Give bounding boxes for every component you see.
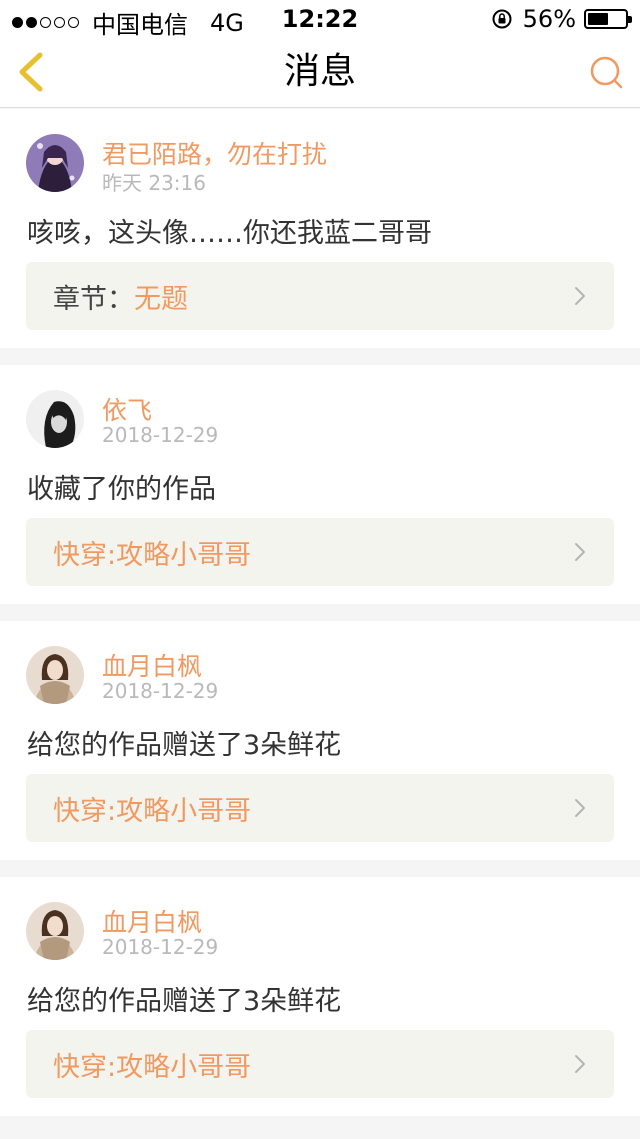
rotation-lock-icon: [492, 9, 512, 29]
work-link[interactable]: 快穿:攻略小哥哥: [26, 1030, 614, 1098]
username[interactable]: 血月白枫: [102, 647, 202, 683]
timestamp: 2018-12-29: [102, 423, 219, 447]
username[interactable]: 君已陌路，勿在打扰: [102, 135, 327, 171]
message-card[interactable]: 君已陌路，勿在打扰 昨天 23:16 咳咳，这头像……你还我蓝二哥哥 章节： 无…: [0, 109, 640, 348]
username[interactable]: 血月白枫: [102, 903, 202, 939]
work-title: 快穿:攻略小哥哥: [53, 539, 252, 571]
status-bar: 中国电信 4G 12:22 56%: [0, 0, 640, 39]
username[interactable]: 依飞: [102, 391, 152, 427]
work-title: 快穿:攻略小哥哥: [53, 795, 252, 827]
work-prefix: 章节：: [53, 283, 134, 315]
page-title: 消息: [283, 51, 356, 92]
status-right: 56%: [491, 5, 632, 33]
work-title: 快穿:攻略小哥哥: [53, 1051, 252, 1083]
message-card[interactable]: 血月白枫 2018-12-29 给您的作品赠送了3朵鲜花 快穿:攻略小哥哥: [0, 621, 640, 860]
chevron-right-icon: [575, 1055, 585, 1073]
message-text: 收藏了你的作品: [27, 474, 216, 505]
search-button[interactable]: [588, 54, 626, 92]
avatar[interactable]: [26, 902, 84, 960]
work-link[interactable]: 快穿:攻略小哥哥: [26, 518, 614, 586]
avatar[interactable]: [26, 134, 84, 192]
timestamp: 2018-12-29: [102, 679, 219, 703]
chevron-right-icon: [575, 543, 585, 561]
message-text: 给您的作品赠送了3朵鲜花: [27, 986, 342, 1017]
work-title: 无题: [134, 283, 188, 315]
message-card[interactable]: 血月白枫 2018-12-29 给您的作品赠送了3朵鲜花 快穿:攻略小哥哥: [0, 877, 640, 1116]
work-link[interactable]: 章节： 无题: [26, 262, 614, 330]
work-link[interactable]: 快穿:攻略小哥哥: [26, 774, 614, 842]
search-icon: [590, 56, 623, 89]
battery-percent: 56%: [522, 5, 576, 33]
timestamp: 2018-12-29: [102, 935, 219, 959]
chevron-right-icon: [575, 799, 585, 817]
timestamp: 昨天 23:16: [102, 171, 206, 195]
message-text: 给您的作品赠送了3朵鲜花: [27, 730, 342, 761]
nav-bar: 消息: [0, 36, 640, 108]
chevron-right-icon: [575, 287, 585, 305]
battery-level: [588, 13, 609, 25]
message-text: 咳咳，这头像……你还我蓝二哥哥: [27, 218, 432, 249]
message-list: 君已陌路，勿在打扰 昨天 23:16 咳咳，这头像……你还我蓝二哥哥 章节： 无…: [0, 109, 640, 1133]
message-card[interactable]: 依飞 2018-12-29 收藏了你的作品 快穿:攻略小哥哥: [0, 365, 640, 604]
battery-icon: [584, 9, 632, 29]
avatar[interactable]: [26, 646, 84, 704]
avatar[interactable]: [26, 390, 84, 448]
